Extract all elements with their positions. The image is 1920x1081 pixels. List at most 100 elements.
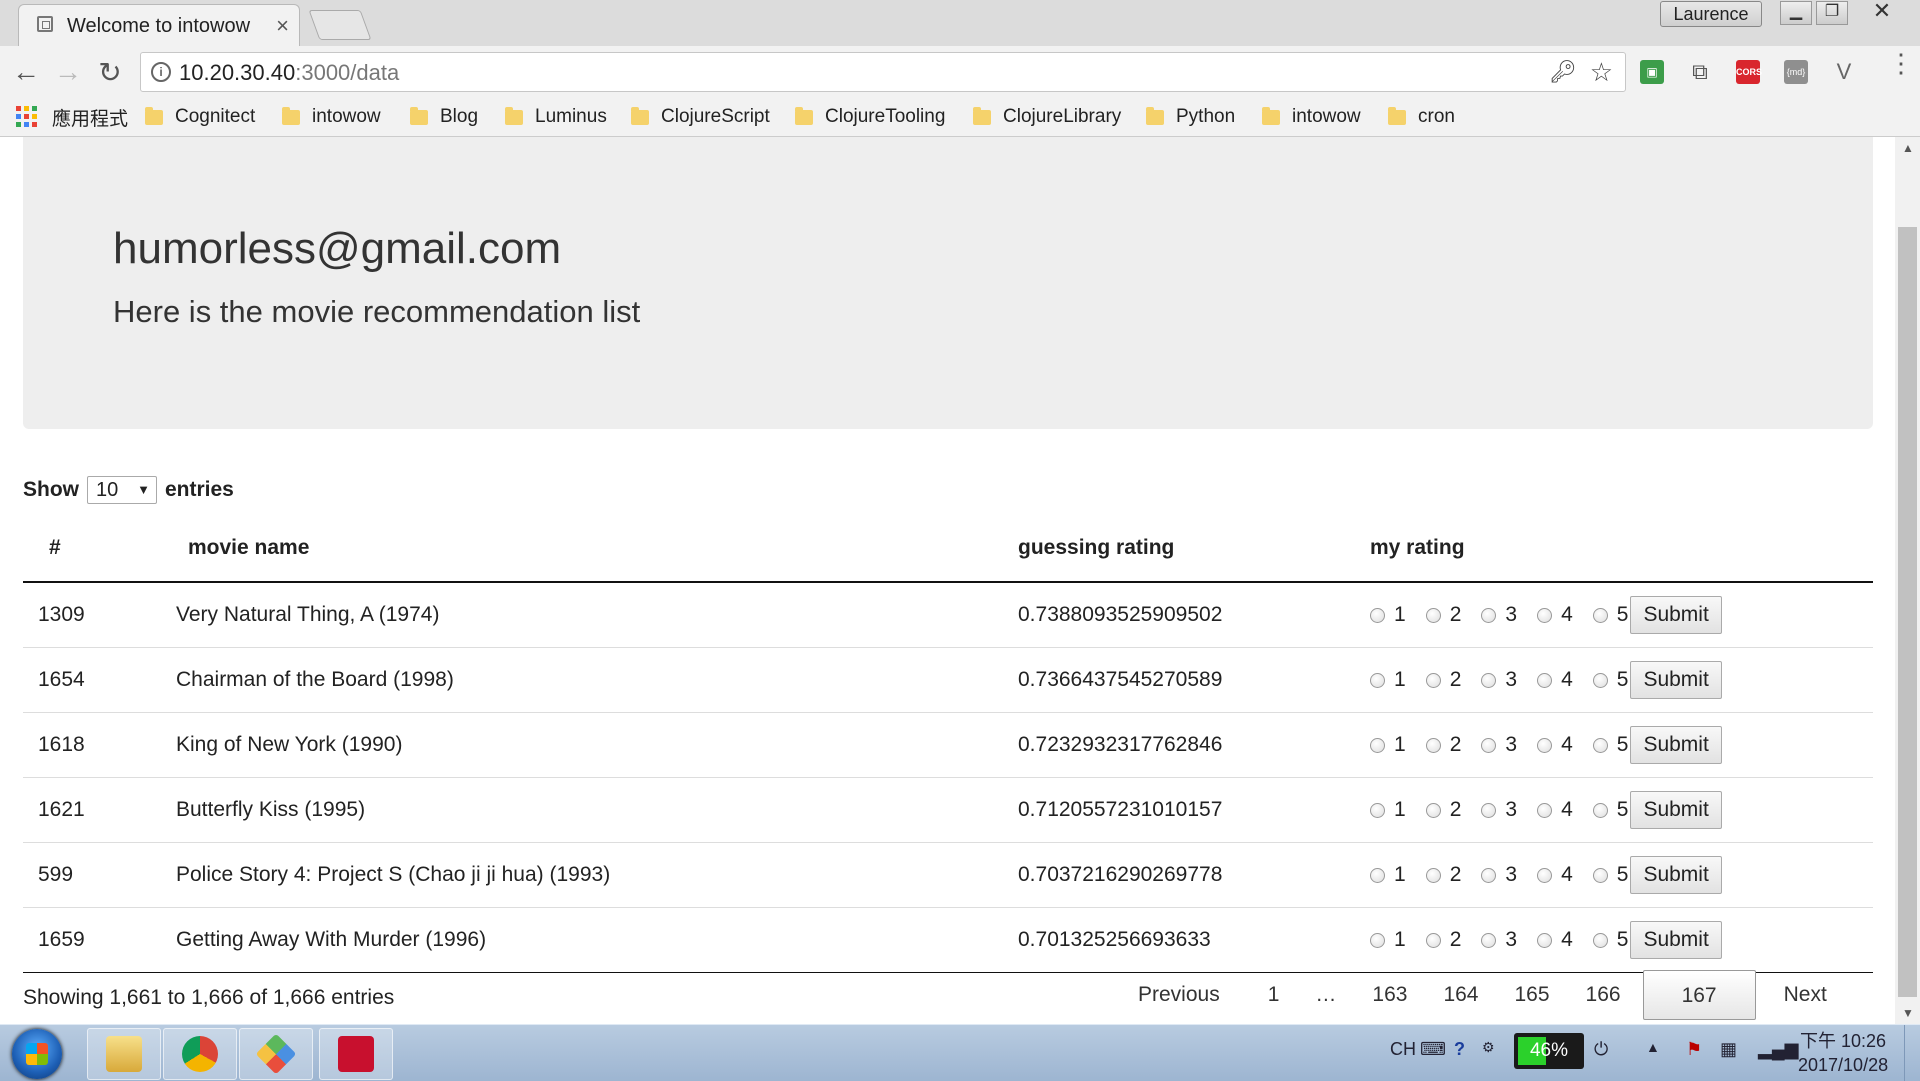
bookmark-folder[interactable]: cron	[1388, 103, 1455, 131]
rating-radio-2[interactable]	[1425, 672, 1441, 688]
taskbar-acrobat-button[interactable]	[319, 1028, 393, 1080]
bookmark-folder[interactable]: Luminus	[505, 103, 607, 131]
cors-extension-icon[interactable]: CORS	[1736, 60, 1762, 84]
pagination-current-page[interactable]: 167	[1642, 970, 1756, 1020]
help-icon[interactable]: ?	[1454, 1039, 1465, 1060]
column-header-number[interactable]: #	[23, 515, 176, 583]
rating-radio-1[interactable]	[1370, 737, 1385, 753]
rating-radio-3[interactable]	[1481, 672, 1497, 688]
json-extension-icon[interactable]: {md}	[1784, 60, 1808, 84]
submit-rating-button[interactable]: Submit	[1630, 791, 1722, 829]
new-tab-button[interactable]	[308, 10, 372, 40]
forward-arrow-icon[interactable]: →	[50, 56, 86, 88]
profile-button[interactable]: Laurence	[1660, 1, 1762, 27]
scroll-down-arrow-icon[interactable]: ▼	[1902, 1006, 1914, 1020]
rating-radio-1[interactable]	[1370, 607, 1385, 623]
bookmark-folder[interactable]: ClojureTooling	[795, 103, 945, 131]
column-header-guessing-rating[interactable]: guessing rating	[1018, 515, 1370, 583]
bookmark-folder[interactable]: ClojureScript	[631, 103, 770, 131]
rating-radio-5[interactable]	[1592, 867, 1608, 883]
rating-radio-3[interactable]	[1481, 607, 1497, 623]
bookmark-folder[interactable]: Blog	[410, 103, 478, 131]
rating-radio-4[interactable]	[1537, 802, 1553, 818]
rating-radio-2[interactable]	[1425, 607, 1441, 623]
bookmark-folder[interactable]: Cognitect	[145, 103, 255, 131]
browser-menu-icon[interactable]: ⋮	[1888, 50, 1914, 76]
tab-close-icon[interactable]: ×	[276, 13, 289, 39]
bookmark-folder[interactable]: intowow	[282, 103, 381, 131]
reload-icon[interactable]: ↻	[92, 56, 128, 89]
address-bar[interactable]: i 10.20.30.40:3000/data 🔑︎ ☆	[140, 52, 1626, 92]
apps-grid-icon[interactable]	[16, 106, 38, 128]
rating-radio-5[interactable]	[1592, 607, 1608, 623]
close-window-icon[interactable]: ✕	[1852, 0, 1912, 23]
rating-radio-4[interactable]	[1537, 737, 1553, 753]
vertical-scrollbar[interactable]: ▲ ▼	[1895, 137, 1920, 1024]
bookmark-folder[interactable]: Python	[1146, 103, 1235, 131]
submit-rating-button[interactable]: Submit	[1630, 856, 1722, 894]
column-header-movie-name[interactable]: movie name	[176, 515, 1018, 583]
show-desktop-button[interactable]	[1904, 1025, 1920, 1081]
show-hidden-icons-icon[interactable]: ▲	[1646, 1039, 1660, 1055]
bookmark-star-icon[interactable]: ☆	[1590, 57, 1613, 88]
rating-radio-2[interactable]	[1425, 867, 1441, 883]
entries-select[interactable]: 10 ▼	[87, 476, 157, 504]
scrollbar-thumb[interactable]	[1898, 227, 1917, 997]
power-plug-icon[interactable]: ⏻	[1594, 1039, 1608, 1060]
browser-tab-active[interactable]: Welcome to intowow ×	[18, 4, 300, 47]
pagination-previous[interactable]: Previous	[1120, 983, 1250, 1007]
rating-radio-4[interactable]	[1537, 932, 1553, 948]
rating-radio-4[interactable]	[1537, 867, 1553, 883]
bookmark-folder[interactable]: ClojureLibrary	[973, 103, 1121, 131]
site-info-icon[interactable]: i	[151, 62, 171, 82]
pagination-page[interactable]: 163	[1354, 983, 1425, 1007]
cast-icon[interactable]: ⧉	[1688, 60, 1712, 84]
scroll-up-arrow-icon[interactable]: ▲	[1902, 141, 1914, 155]
keyboard-icon[interactable]: ⌨	[1420, 1039, 1446, 1060]
signal-icon[interactable]: ▂▄▆	[1758, 1039, 1798, 1060]
rating-radio-1[interactable]	[1370, 802, 1385, 818]
rating-radio-1[interactable]	[1370, 932, 1385, 948]
action-center-flag-icon[interactable]: ⚑	[1686, 1039, 1702, 1060]
bookmark-apps[interactable]: 應用程式	[52, 103, 128, 131]
rating-radio-5[interactable]	[1592, 737, 1608, 753]
ime-settings-icon[interactable]: ⚙	[1482, 1039, 1495, 1056]
password-key-icon[interactable]: 🔑︎	[1549, 59, 1577, 85]
network-icon[interactable]: ▦	[1720, 1039, 1737, 1060]
taskbar-chrome-button[interactable]	[163, 1028, 237, 1080]
extension-green-icon[interactable]: ▣	[1640, 60, 1664, 84]
rating-radio-4[interactable]	[1537, 607, 1553, 623]
pagination-page[interactable]: 165	[1496, 983, 1567, 1007]
rating-radio-2[interactable]	[1425, 802, 1441, 818]
address-url[interactable]: 10.20.30.40:3000/data	[179, 60, 399, 86]
submit-rating-button[interactable]: Submit	[1630, 726, 1722, 764]
restore-window-icon[interactable]: ❐	[1816, 1, 1848, 25]
ime-indicator[interactable]: CH	[1390, 1039, 1416, 1060]
minimize-window-icon[interactable]: ▁	[1780, 1, 1812, 25]
rating-radio-5[interactable]	[1592, 802, 1608, 818]
column-header-my-rating[interactable]: my rating	[1370, 515, 1873, 583]
battery-meter[interactable]: 46%	[1514, 1033, 1584, 1069]
submit-rating-button[interactable]: Submit	[1630, 921, 1722, 959]
system-clock[interactable]: 下午 10:26 2017/10/28	[1798, 1029, 1888, 1077]
pagination-next[interactable]: Next	[1760, 983, 1845, 1007]
vimium-extension-icon[interactable]: V	[1832, 60, 1856, 84]
rating-radio-2[interactable]	[1425, 737, 1441, 753]
taskbar-explorer-button[interactable]	[87, 1028, 161, 1080]
rating-radio-3[interactable]	[1481, 867, 1497, 883]
rating-radio-4[interactable]	[1537, 672, 1553, 688]
rating-radio-3[interactable]	[1481, 802, 1497, 818]
rating-radio-1[interactable]	[1370, 867, 1385, 883]
rating-radio-3[interactable]	[1481, 932, 1497, 948]
pagination-page[interactable]: 1	[1250, 983, 1298, 1007]
taskbar-app-button[interactable]	[239, 1028, 313, 1080]
submit-rating-button[interactable]: Submit	[1630, 596, 1722, 634]
submit-rating-button[interactable]: Submit	[1630, 661, 1722, 699]
windows-start-button[interactable]	[12, 1029, 62, 1079]
rating-radio-1[interactable]	[1370, 672, 1385, 688]
rating-radio-5[interactable]	[1592, 932, 1608, 948]
pagination-page[interactable]: 164	[1425, 983, 1496, 1007]
rating-radio-3[interactable]	[1481, 737, 1497, 753]
pagination-page[interactable]: 166	[1568, 983, 1639, 1007]
rating-radio-5[interactable]	[1592, 672, 1608, 688]
